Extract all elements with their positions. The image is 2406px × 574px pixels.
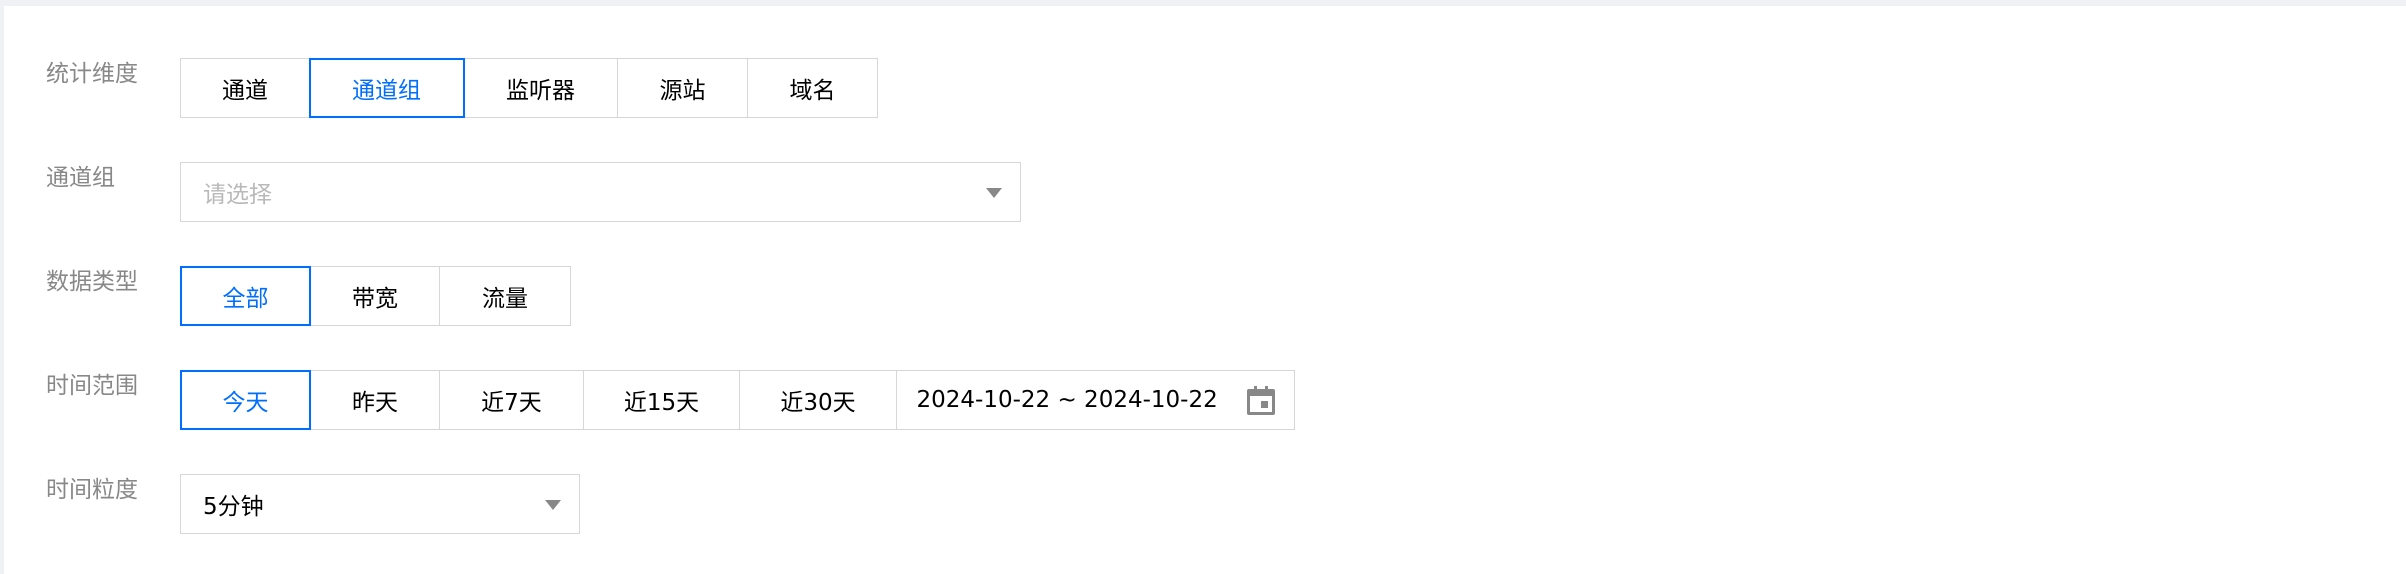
granularity-select[interactable]: 5分钟 [180,474,580,534]
time-range-option-15days[interactable]: 近15天 [582,370,741,430]
dimension-option-listener[interactable]: 监听器 [463,58,618,118]
time-range-label: 时间范围 [46,373,138,399]
time-range-option-today[interactable]: 今天 [180,370,311,430]
data-type-label: 数据类型 [46,269,138,295]
stats-filter-panel: 统计维度 通道 通道组 监听器 源站 域名 通道组 请选择 数据类型 全部 带宽… [4,6,2406,574]
channel-group-select[interactable]: 请选择 [180,162,1021,222]
channel-group-placeholder: 请选择 [203,182,272,208]
granularity-value: 5分钟 [203,494,264,520]
data-type-option-bandwidth[interactable]: 带宽 [309,266,441,326]
time-range-segmented: 今天 昨天 近7天 近15天 近30天 2024-10-22 ~ 2024-10… [180,370,1295,430]
chevron-down-icon [545,500,561,510]
time-range-option-30days[interactable]: 近30天 [739,370,897,430]
data-type-option-all[interactable]: 全部 [180,266,311,326]
data-type-option-traffic[interactable]: 流量 [439,266,571,326]
time-range-option-7days[interactable]: 近7天 [439,370,584,430]
chevron-down-icon [986,188,1002,198]
calendar-icon [1246,386,1275,415]
date-range-picker[interactable]: 2024-10-22 ~ 2024-10-22 [895,370,1295,430]
time-range-option-yesterday[interactable]: 昨天 [309,370,441,430]
dimension-option-domain[interactable]: 域名 [747,58,878,118]
date-range-value: 2024-10-22 ~ 2024-10-22 [916,387,1218,413]
channel-group-label: 通道组 [46,165,115,191]
dimension-label: 统计维度 [46,61,138,87]
dimension-option-origin[interactable]: 源站 [616,58,749,118]
granularity-label: 时间粒度 [46,477,138,503]
data-type-segmented: 全部 带宽 流量 [180,266,571,326]
dimension-segmented: 通道 通道组 监听器 源站 域名 [180,58,878,118]
dimension-option-channel[interactable]: 通道 [180,58,310,118]
dimension-option-channel-group[interactable]: 通道组 [308,58,465,118]
